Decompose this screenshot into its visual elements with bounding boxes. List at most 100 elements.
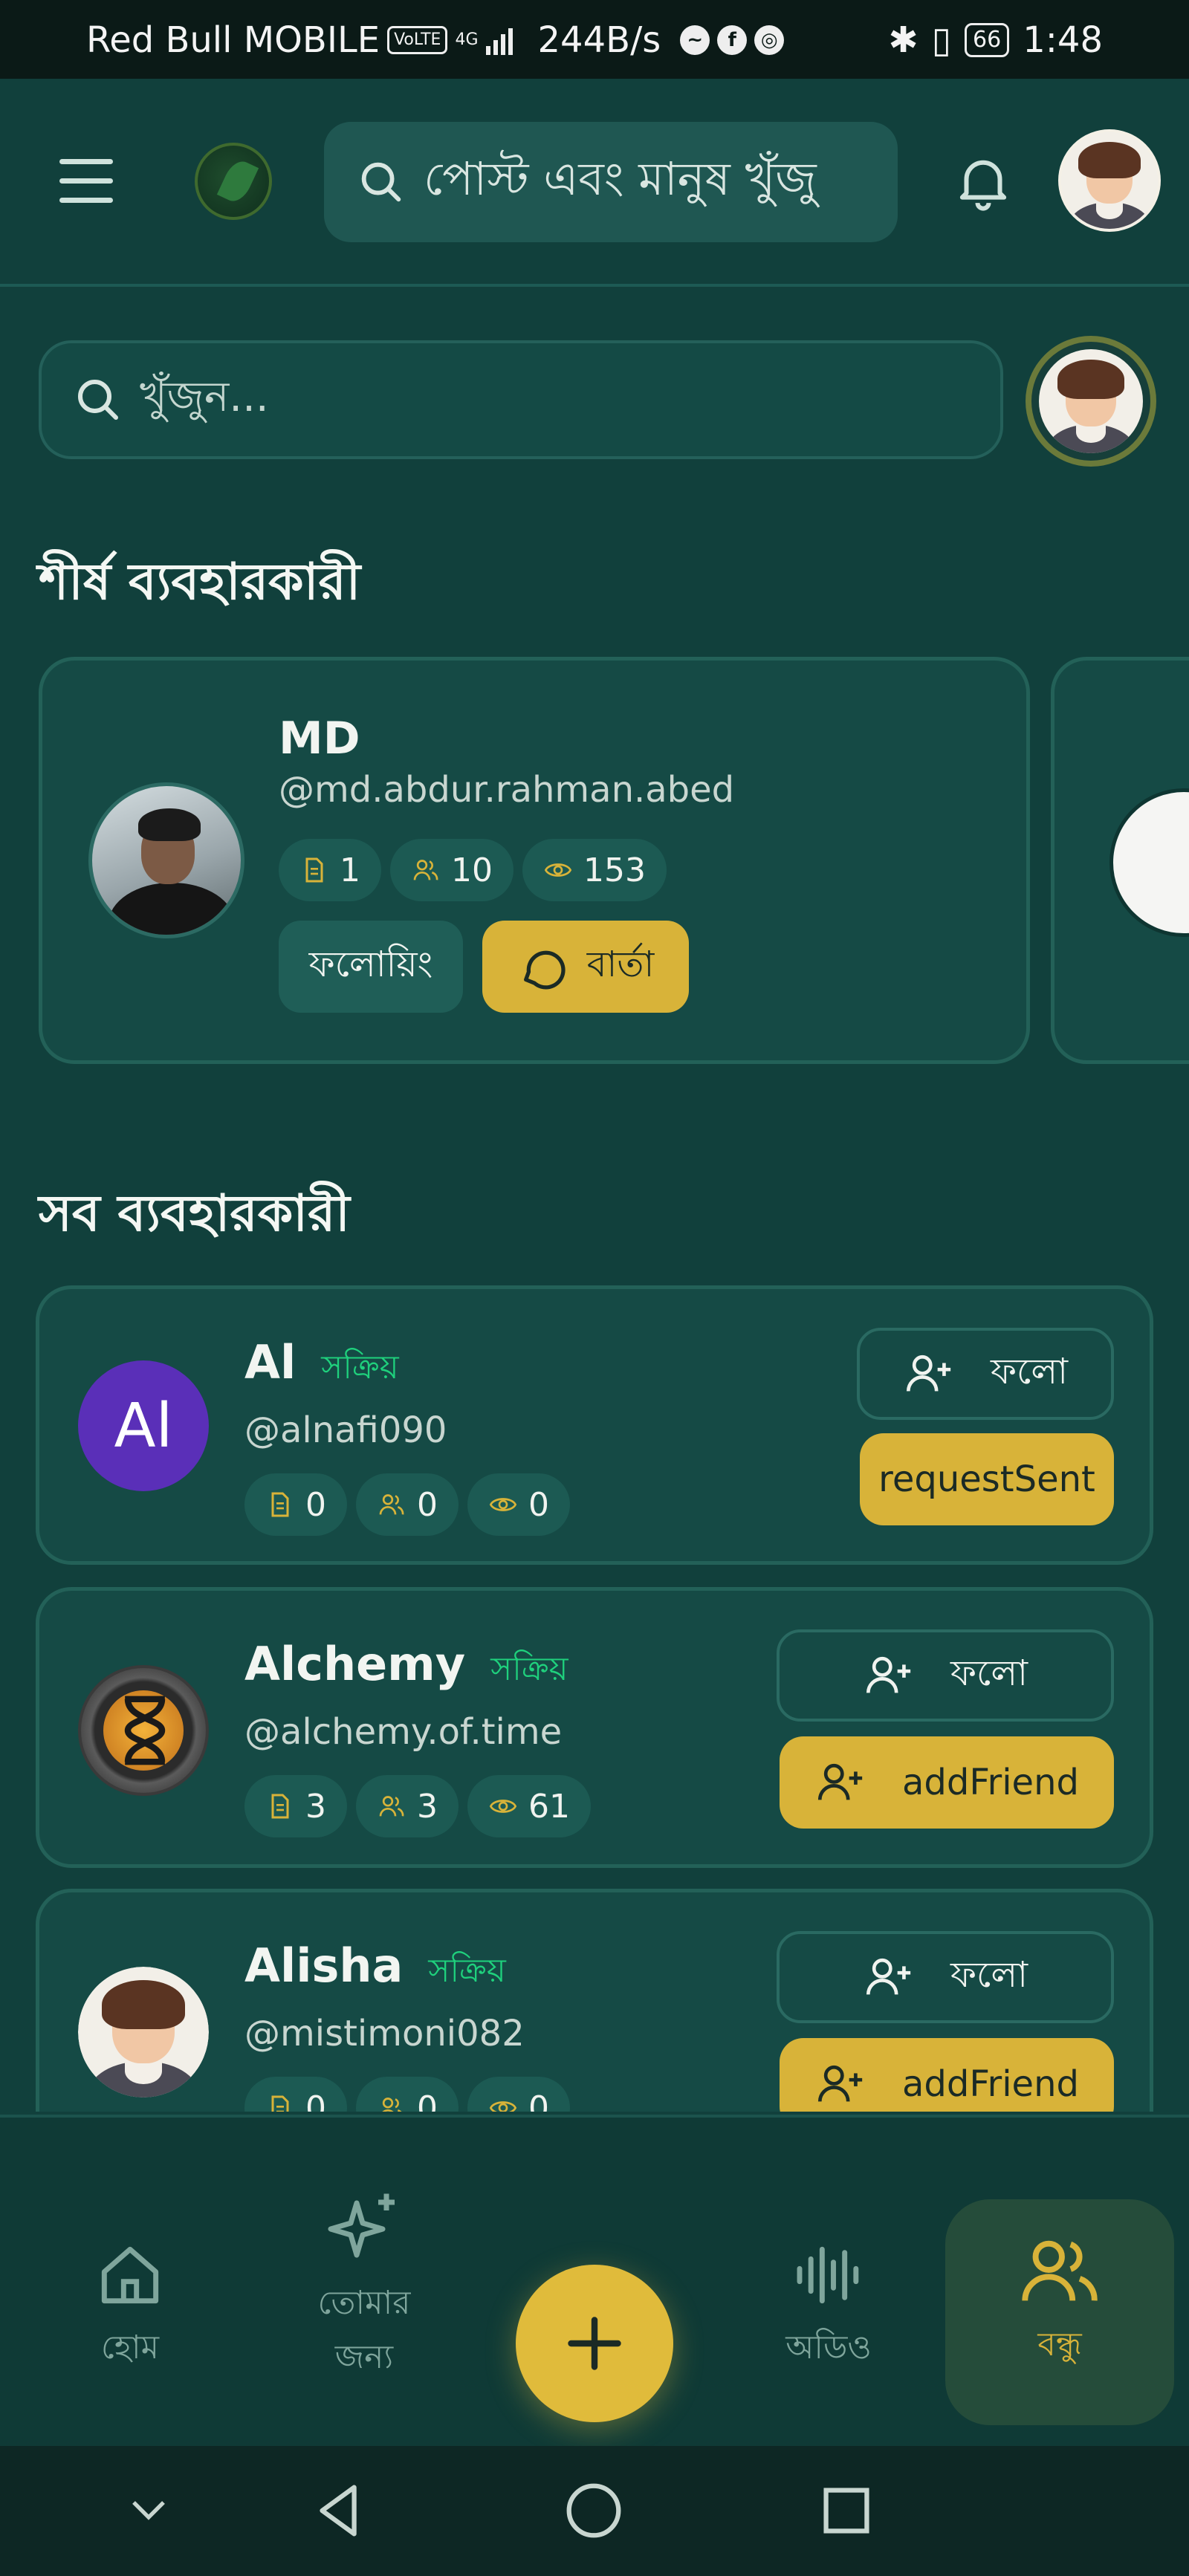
- search-icon: [78, 380, 118, 420]
- document-icon: [271, 2095, 289, 2112]
- hourglass-icon: [124, 1696, 166, 1765]
- user-name[interactable]: MD: [279, 713, 360, 765]
- top-users-title: শীর্ষ ব্যবহারকারী: [39, 552, 361, 611]
- users-icon: [379, 1796, 404, 1817]
- back-icon[interactable]: [305, 2476, 375, 2546]
- header-search-bar[interactable]: পোস্ট এবং মানুষ খুঁজু: [324, 122, 898, 242]
- recents-icon[interactable]: [811, 2476, 881, 2546]
- user-card[interactable]: Alchemy সক্রিয় @alchemy.of.time 3 3 61 …: [36, 1587, 1153, 1868]
- following-button[interactable]: ফলোয়িং: [279, 921, 463, 1013]
- document-icon: [271, 1794, 289, 1819]
- home-icon: [101, 2246, 159, 2304]
- views-count: 61: [467, 1775, 591, 1837]
- user-stats: 1 10 153: [279, 839, 667, 901]
- messenger-icon: ~: [680, 25, 710, 55]
- eye-icon: [544, 863, 572, 877]
- home-circle-icon[interactable]: [559, 2476, 629, 2546]
- network-type: 4G: [455, 30, 479, 49]
- posts-count: 0: [244, 1473, 347, 1536]
- users-icon: [379, 1494, 404, 1515]
- follow-button[interactable]: ফলো: [857, 1328, 1114, 1420]
- user-plus-icon: [817, 2065, 863, 2102]
- user-plus-icon: [866, 1958, 911, 1995]
- eye-icon: [489, 2101, 517, 2112]
- notification-bell-icon[interactable]: [950, 149, 1017, 215]
- user-stats: 3 3 61: [244, 1775, 591, 1837]
- user-plus-icon: [817, 1763, 863, 1800]
- create-post-button[interactable]: [516, 2265, 673, 2422]
- friends-count: 10: [390, 839, 513, 901]
- posts-count: 0: [244, 2077, 347, 2112]
- status-bar: Red Bull MOBILE VoLTE 4G 244B/s ~ f ◎ ✱ …: [0, 0, 1189, 79]
- user-plus-icon: [866, 1656, 911, 1693]
- add-friend-button[interactable]: addFriend: [780, 1736, 1114, 1829]
- active-status: সক্রিয়: [321, 1349, 399, 1386]
- message-button[interactable]: বার্তা: [482, 921, 689, 1013]
- carrier-name: Red Bull MOBILE: [86, 19, 380, 61]
- audio-waveform-icon: [797, 2246, 859, 2304]
- friends-count: 3: [356, 1775, 459, 1837]
- user-stats: 0 0 0: [244, 1473, 570, 1536]
- app-notification-icon: ◎: [754, 25, 785, 55]
- user-name-row: Al সক্রিয়: [244, 1335, 399, 1397]
- all-users-title: সব ব্যবহারকারী: [39, 1184, 350, 1243]
- posts-count: 3: [244, 1775, 347, 1837]
- user-card[interactable]: Alisha সক্রিয় @mistimoni082 0 0 0 ফলো a…: [36, 1889, 1153, 2112]
- add-friend-button[interactable]: addFriend: [780, 2038, 1114, 2112]
- chevron-down-icon[interactable]: [119, 2480, 178, 2540]
- volte-badge: VoLTE: [387, 26, 448, 54]
- chat-bubble-icon: [523, 950, 566, 990]
- users-icon: [382, 2098, 402, 2112]
- users-icon: [413, 860, 438, 880]
- user-search-input[interactable]: খুঁজুন...: [39, 340, 1003, 459]
- nav-friends[interactable]: বন্ধু: [973, 2228, 1146, 2374]
- app-logo[interactable]: [195, 143, 272, 220]
- top-user-card-next[interactable]: [1051, 657, 1189, 1064]
- follow-button[interactable]: ফলো: [777, 1931, 1114, 2023]
- facebook-icon: f: [717, 25, 748, 55]
- posts-count: 1: [279, 839, 381, 901]
- user-plus-icon: [906, 1354, 951, 1392]
- user-initials-avatar[interactable]: Al: [78, 1360, 209, 1491]
- clock: 1:48: [1023, 19, 1103, 61]
- profile-avatar[interactable]: [1058, 129, 1161, 232]
- user-name[interactable]: Al: [244, 1335, 296, 1389]
- eye-icon: [489, 1800, 517, 1813]
- user-avatar[interactable]: [78, 1967, 209, 2098]
- friends-icon: [1022, 2240, 1098, 2301]
- user-handle: @alchemy.of.time: [244, 1711, 563, 1753]
- request-sent-button[interactable]: requestSent: [860, 1433, 1114, 1525]
- active-status: সক্রিয়: [428, 1952, 506, 1990]
- user-card[interactable]: Al Al সক্রিয় @alnafi090 0 0 0 ফলো reque…: [36, 1285, 1153, 1565]
- document-icon: [305, 857, 323, 883]
- friends-count: 0: [356, 2077, 459, 2112]
- user-name-row: Alchemy সক্রিয়: [244, 1637, 568, 1699]
- top-user-card[interactable]: MD @md.abdur.rahman.abed 1 10 153 ফলোয়ি…: [39, 657, 1030, 1064]
- battery-icon: 66: [965, 23, 1010, 57]
- user-name[interactable]: Alisha: [244, 1939, 403, 1993]
- user-photo-avatar[interactable]: [88, 782, 244, 938]
- active-status: সক্রিয়: [490, 1650, 568, 1688]
- header-search-placeholder: পোস্ট এবং মানুষ খুঁজু: [424, 151, 817, 206]
- current-user-avatar[interactable]: [1026, 336, 1156, 467]
- user-handle: @alnafi090: [244, 1409, 447, 1451]
- eye-icon: [489, 1498, 517, 1511]
- sparkle-icon: [328, 2193, 395, 2258]
- menu-icon[interactable]: [59, 159, 113, 204]
- document-icon: [271, 1492, 289, 1517]
- views-count: 0: [467, 1473, 570, 1536]
- nav-audio[interactable]: অডিও: [773, 2236, 884, 2377]
- plus-icon: [568, 2317, 621, 2370]
- views-count: 0: [467, 2077, 570, 2112]
- nav-home[interactable]: হোম: [74, 2236, 186, 2377]
- views-count: 153: [522, 839, 667, 901]
- nav-for-you[interactable]: তোমার জন্য: [290, 2184, 438, 2387]
- bluetooth-icon: ✱: [888, 19, 919, 61]
- search-placeholder: খুঁজুন...: [140, 373, 269, 421]
- follow-button[interactable]: ফলো: [777, 1629, 1114, 1722]
- network-speed: 244B/s: [537, 19, 661, 61]
- hourglass-avatar[interactable]: [78, 1665, 209, 1796]
- user-handle: @mistimoni082: [244, 2013, 525, 2054]
- user-name[interactable]: Alchemy: [244, 1637, 465, 1691]
- bottom-navigation: হোম তোমার জন্য অডিও বন্ধু: [0, 2115, 1189, 2446]
